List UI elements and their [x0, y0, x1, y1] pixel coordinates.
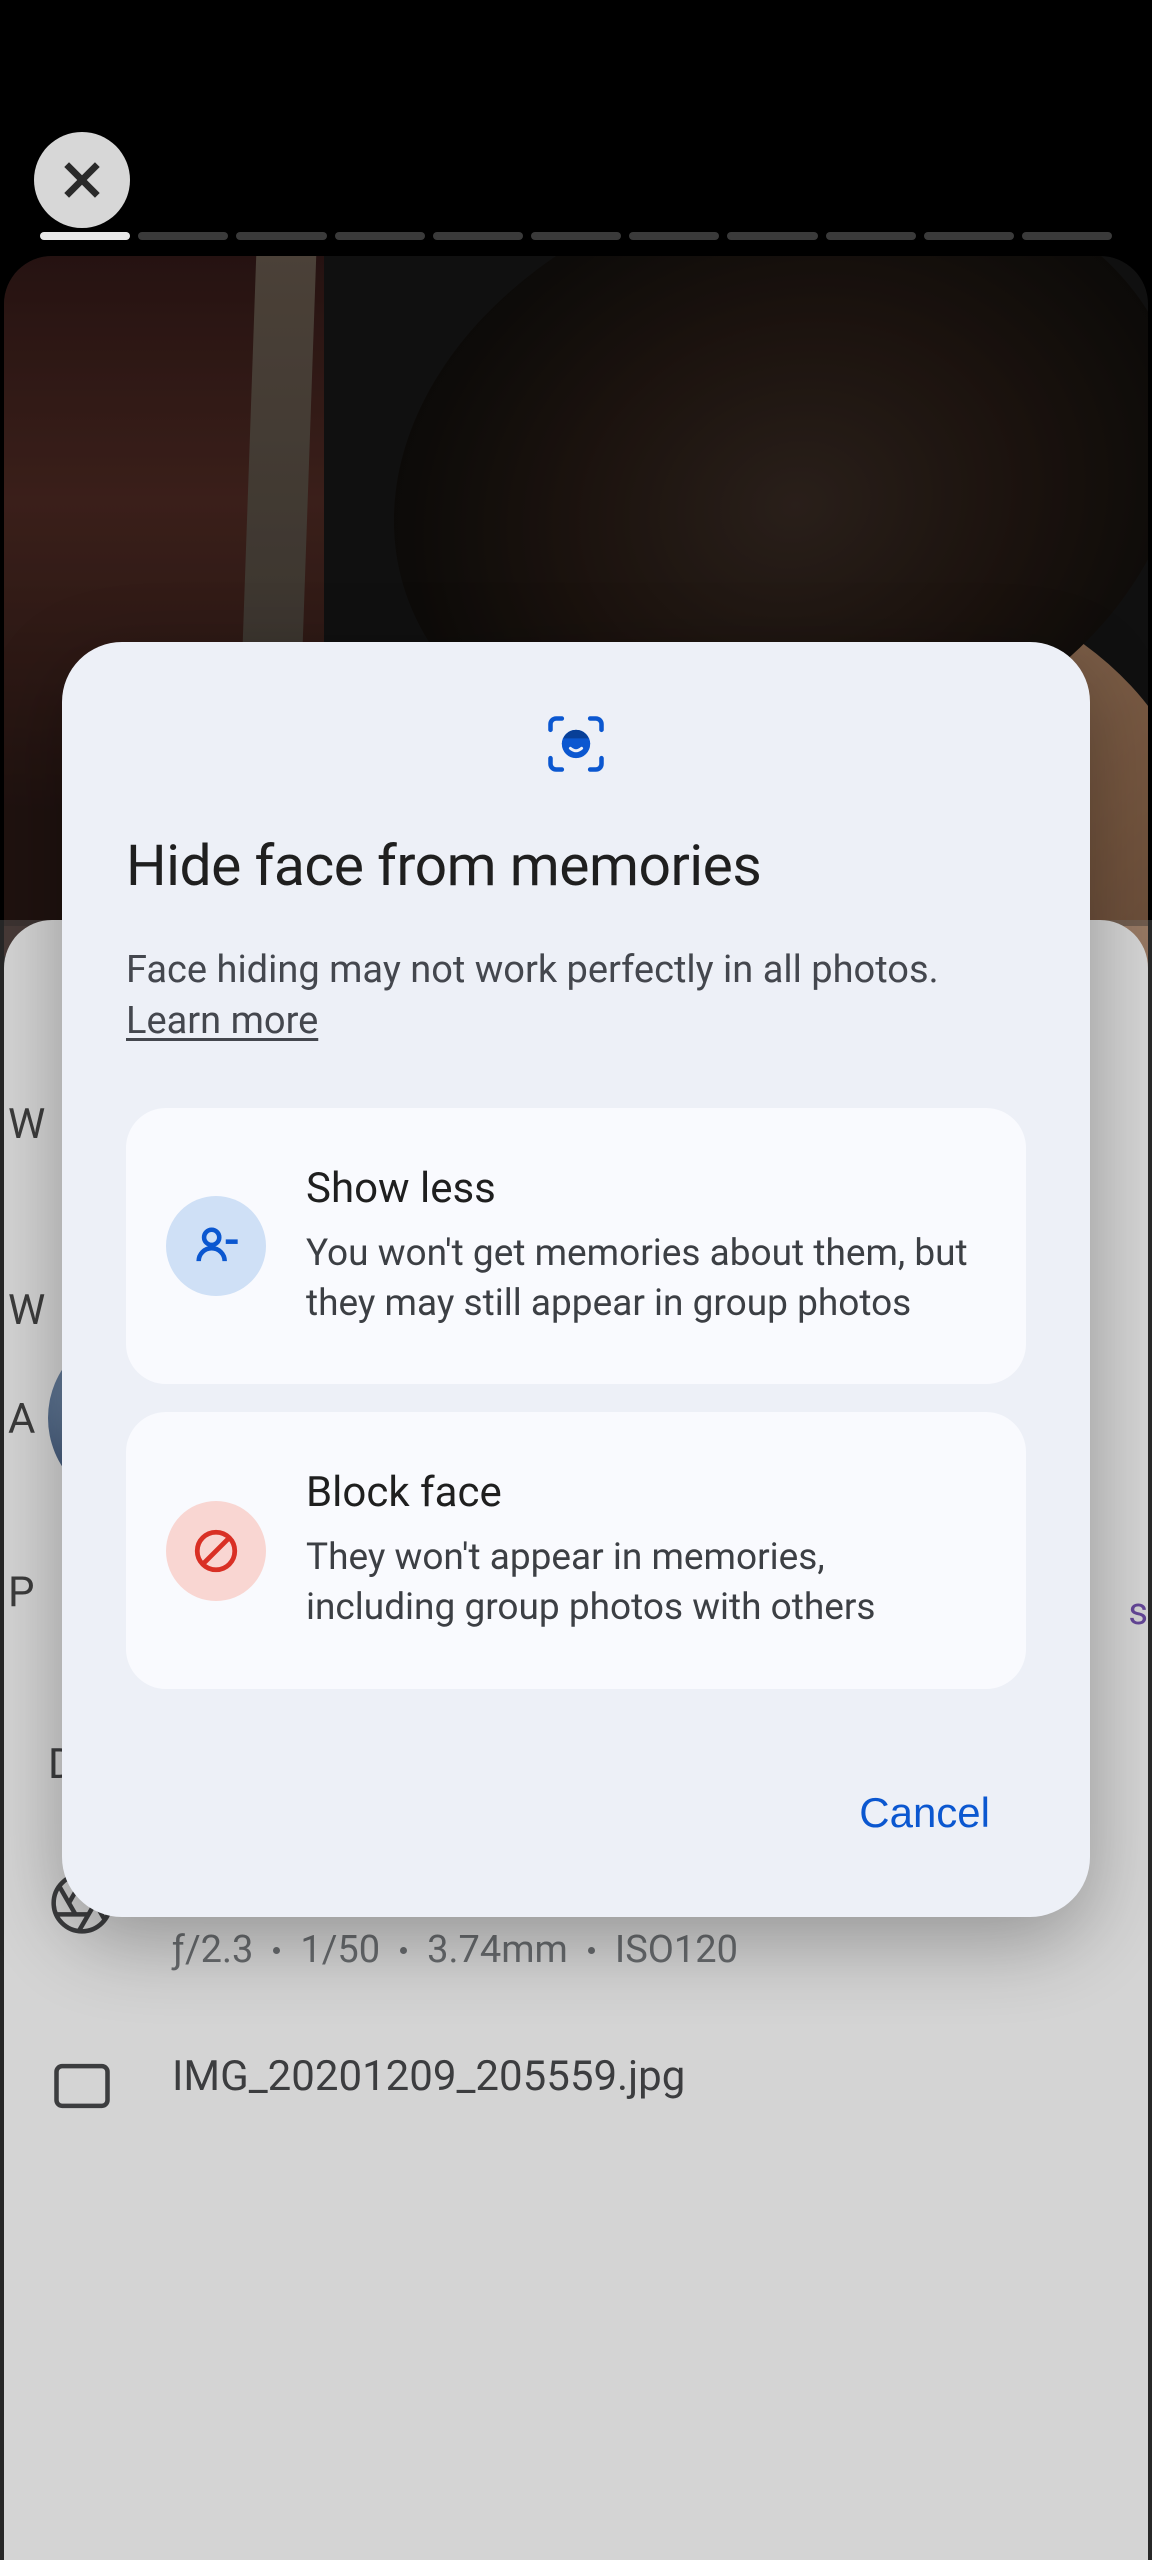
progress-segment	[727, 232, 817, 240]
progress-segment	[1022, 232, 1112, 240]
progress-segment	[236, 232, 326, 240]
progress-segment	[826, 232, 916, 240]
close-button[interactable]	[34, 132, 130, 228]
progress-segment	[138, 232, 228, 240]
progress-segment	[531, 232, 621, 240]
dialog-description: Face hiding may not work perfectly in al…	[126, 945, 1026, 1048]
block-icon	[166, 1501, 266, 1601]
option-show-less-desc: You won't get memories about them, but t…	[306, 1229, 980, 1329]
option-block-face-title: Block face	[306, 1468, 980, 1517]
option-block-face-desc: They won't appear in memories, including…	[306, 1533, 980, 1633]
option-show-less[interactable]: Show less You won't get memories about t…	[126, 1108, 1026, 1385]
progress-segment	[433, 232, 523, 240]
progress-segment	[335, 232, 425, 240]
progress-segment	[40, 232, 130, 240]
option-block-face[interactable]: Block face They won't appear in memories…	[126, 1412, 1026, 1689]
face-scan-icon	[126, 710, 1026, 778]
option-show-less-title: Show less	[306, 1164, 980, 1213]
progress-segment	[924, 232, 1014, 240]
cancel-button[interactable]: Cancel	[835, 1773, 1014, 1853]
dialog-description-text: Face hiding may not work perfectly in al…	[126, 948, 939, 992]
status-bar	[0, 0, 1152, 130]
hide-face-dialog: Hide face from memories Face hiding may …	[62, 642, 1090, 1917]
close-icon	[59, 157, 105, 203]
dialog-title: Hide face from memories	[126, 832, 1026, 899]
story-progress	[40, 232, 1112, 240]
learn-more-link[interactable]: Learn more	[126, 999, 318, 1043]
progress-segment	[629, 232, 719, 240]
person-minus-icon	[166, 1196, 266, 1296]
